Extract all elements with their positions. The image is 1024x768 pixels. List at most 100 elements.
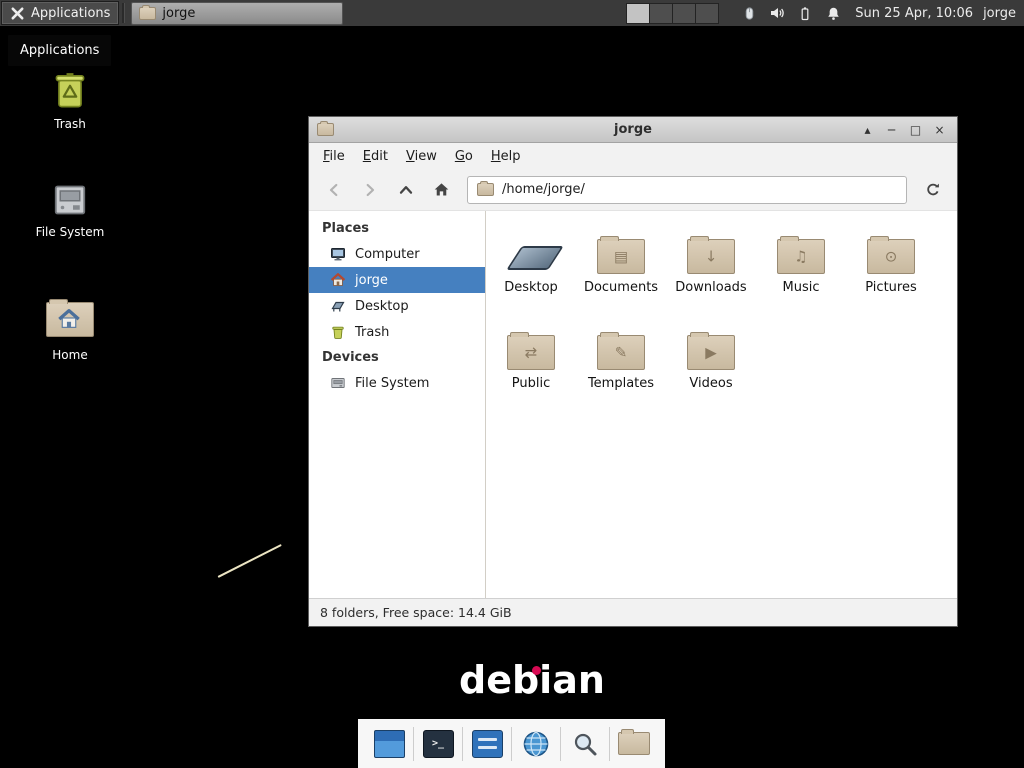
public-emblem: ⇄ bbox=[508, 346, 554, 361]
documents-emblem: ▤ bbox=[598, 250, 644, 265]
menubar: File Edit View Go Help bbox=[309, 143, 957, 169]
file-item-label: Documents bbox=[584, 280, 658, 295]
file-manager-launcher[interactable] bbox=[468, 725, 506, 763]
home-icon bbox=[433, 181, 450, 198]
notifications-bell-icon[interactable] bbox=[824, 4, 842, 22]
folder-icon bbox=[477, 183, 494, 196]
desk-icon bbox=[502, 238, 560, 274]
file-item-label: Downloads bbox=[675, 280, 746, 295]
desktop-icon bbox=[330, 298, 346, 314]
sidebar-item-trash[interactable]: Trash bbox=[309, 319, 485, 345]
applications-menu-button[interactable]: Applications bbox=[1, 1, 119, 25]
terminal-launcher[interactable]: >_ bbox=[419, 725, 457, 763]
menu-view[interactable]: View bbox=[397, 143, 446, 169]
minimize-button[interactable]: ─ bbox=[882, 120, 901, 139]
downloads-emblem: ↓ bbox=[688, 250, 734, 265]
file-item-public[interactable]: ⇄ Public bbox=[486, 322, 576, 391]
sidebar-item-label: Desktop bbox=[355, 299, 409, 314]
desktop-icon-trash[interactable]: Trash bbox=[25, 70, 115, 131]
power-manager-icon[interactable] bbox=[796, 4, 814, 22]
shade-button[interactable]: ▴ bbox=[858, 120, 877, 139]
debian-red-dot bbox=[532, 666, 541, 675]
menu-go[interactable]: Go bbox=[446, 143, 482, 169]
sidebar-item-desktop[interactable]: Desktop bbox=[309, 293, 485, 319]
trash-icon bbox=[330, 324, 346, 340]
sidebar-item-filesystem[interactable]: File System bbox=[309, 370, 485, 396]
file-item-label: Music bbox=[783, 280, 820, 295]
sidebar-item-jorge[interactable]: jorge bbox=[309, 267, 485, 293]
path-bar[interactable]: /home/jorge/ bbox=[467, 176, 907, 204]
desktop-icon-label: Home bbox=[52, 348, 87, 362]
application-finder-launcher[interactable] bbox=[566, 725, 604, 763]
directory-menu-launcher[interactable] bbox=[615, 725, 653, 763]
workspace-2[interactable] bbox=[650, 4, 673, 23]
file-item-music[interactable]: ♫ Music bbox=[756, 226, 846, 295]
path-text: /home/jorge/ bbox=[502, 182, 585, 197]
sidebar-item-computer[interactable]: Computer bbox=[309, 241, 485, 267]
taskbar-button-jorge[interactable]: jorge bbox=[131, 2, 343, 25]
up-icon bbox=[398, 182, 414, 198]
web-browser-launcher[interactable] bbox=[517, 725, 555, 763]
file-item-videos[interactable]: ▶ Videos bbox=[666, 322, 756, 391]
drive-icon bbox=[330, 375, 346, 391]
forward-button[interactable] bbox=[353, 175, 386, 205]
desktop-icon-filesystem[interactable]: File System bbox=[25, 182, 115, 239]
folder-icon bbox=[618, 732, 650, 755]
maximize-button[interactable]: □ bbox=[906, 120, 925, 139]
panel-right-group: Sun 25 Apr, 10:06 jorge bbox=[626, 0, 1024, 26]
file-manager-window: jorge ▴ ─ □ × File Edit View Go Help bbox=[308, 116, 958, 627]
workspace-3[interactable] bbox=[673, 4, 696, 23]
file-item-templates[interactable]: ✎ Templates bbox=[576, 322, 666, 391]
workspace-switcher bbox=[626, 3, 719, 24]
workspace-1[interactable] bbox=[627, 4, 650, 23]
folder-videos-icon: ▶ bbox=[687, 335, 735, 370]
titlebar[interactable]: jorge ▴ ─ □ × bbox=[309, 117, 957, 143]
dock-separator bbox=[462, 727, 463, 761]
applications-menu-icon bbox=[10, 6, 25, 21]
globe-icon bbox=[522, 730, 550, 758]
home-button[interactable] bbox=[425, 175, 458, 205]
workspace-4[interactable] bbox=[696, 4, 718, 23]
dock-separator bbox=[511, 727, 512, 761]
back-button[interactable] bbox=[317, 175, 350, 205]
file-item-label: Templates bbox=[588, 376, 654, 391]
status-text: 8 folders, Free space: 14.4 GiB bbox=[320, 605, 512, 620]
file-item-label: Desktop bbox=[504, 280, 558, 295]
dock-separator bbox=[413, 727, 414, 761]
file-item-pictures[interactable]: ⊙ Pictures bbox=[846, 226, 936, 295]
debian-wordmark: debian bbox=[459, 660, 605, 702]
menu-edit[interactable]: Edit bbox=[354, 143, 397, 169]
desktop-root: Applications jorge bbox=[0, 0, 1024, 768]
desktop-icon-home[interactable]: Home bbox=[25, 302, 115, 362]
file-item-label: Pictures bbox=[865, 280, 916, 295]
desktop-artifact-line bbox=[218, 544, 282, 578]
file-item-documents[interactable]: ▤ Documents bbox=[576, 226, 666, 295]
reload-button[interactable] bbox=[916, 175, 949, 205]
sidebar-header-devices: Devices bbox=[309, 345, 485, 370]
clock[interactable]: Sun 25 Apr, 10:06 bbox=[855, 6, 973, 21]
trash-icon bbox=[52, 70, 88, 110]
home-icon bbox=[330, 272, 346, 288]
file-item-desktop[interactable]: Desktop bbox=[486, 226, 576, 295]
menu-help[interactable]: Help bbox=[482, 143, 530, 169]
dock-separator bbox=[560, 727, 561, 761]
menu-file[interactable]: File bbox=[314, 143, 354, 169]
up-button[interactable] bbox=[389, 175, 422, 205]
sidebar-header-places: Places bbox=[309, 216, 485, 241]
folder-documents-icon: ▤ bbox=[597, 239, 645, 274]
show-desktop-button[interactable] bbox=[370, 725, 408, 763]
terminal-icon: >_ bbox=[423, 730, 454, 758]
show-desktop-icon bbox=[374, 730, 405, 758]
close-button[interactable]: × bbox=[930, 120, 949, 139]
drive-icon bbox=[52, 182, 88, 218]
applications-menu-label: Applications bbox=[31, 6, 110, 21]
file-item-downloads[interactable]: ↓ Downloads bbox=[666, 226, 756, 295]
computer-icon bbox=[330, 246, 346, 262]
sidebar-item-label: jorge bbox=[355, 273, 388, 288]
mouse-settings-icon[interactable] bbox=[740, 4, 758, 22]
panel-separator bbox=[122, 3, 125, 23]
volume-icon[interactable] bbox=[768, 4, 786, 22]
sidebar-item-label: Trash bbox=[355, 325, 389, 340]
user-actions-button[interactable]: jorge bbox=[983, 6, 1016, 21]
sidebar-item-label: File System bbox=[355, 376, 429, 391]
